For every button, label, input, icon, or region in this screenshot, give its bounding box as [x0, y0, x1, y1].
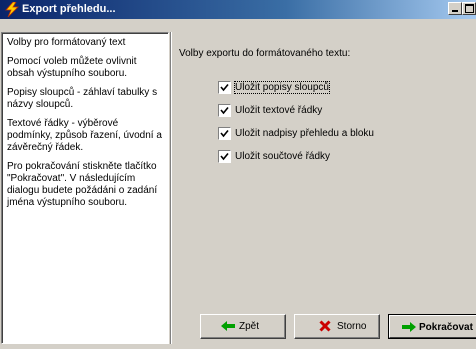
help-text: Volby pro formátovaný text Pomocí voleb …: [2, 33, 168, 343]
help-paragraph: Pomocí voleb můžete ovlivnit obsah výstu…: [7, 56, 137, 79]
export-dialog: Export přehledu... Volby pro formátovaný…: [0, 0, 476, 349]
window-title: Export přehledu...: [22, 3, 116, 15]
checkmark-icon: [220, 129, 229, 138]
help-paragraph: Textové řádky - výběrové podmínky, způso…: [7, 118, 162, 153]
cancel-button-label: Storno: [337, 321, 367, 332]
minimize-icon: [452, 10, 458, 12]
arrow-left-icon: [221, 321, 235, 331]
checkbox[interactable]: [218, 127, 231, 140]
checkbox-label[interactable]: Uložit textové řádky: [235, 105, 322, 116]
next-button-label: Pokračovat: [419, 322, 473, 333]
checkmark-icon: [220, 152, 229, 161]
next-button[interactable]: Pokračovat: [388, 314, 476, 339]
checkbox[interactable]: [218, 150, 231, 163]
lightning-icon: [5, 2, 19, 17]
minimize-button[interactable]: [448, 2, 462, 15]
help-paragraph: Pro pokračování stiskněte tlačítko "Pokr…: [7, 161, 158, 208]
checkbox[interactable]: [218, 81, 231, 94]
checkbox-label[interactable]: Uložit nadpisy přehledu a bloku: [235, 128, 374, 139]
back-button-label: Zpět: [239, 321, 260, 332]
checkbox-label[interactable]: Uložit součtové řádky: [235, 151, 330, 162]
panel-divider: [170, 32, 172, 344]
checkbox[interactable]: [218, 104, 231, 117]
x-icon: [319, 320, 331, 332]
checkmark-icon: [220, 83, 229, 92]
maximize-icon: [465, 4, 474, 13]
options-heading: Volby exportu do formátovaného textu:: [179, 48, 351, 59]
help-paragraph: Popisy sloupců - záhlaví tabulky s názvy…: [7, 87, 158, 110]
help-paragraph: Volby pro formátovaný text: [7, 37, 126, 48]
maximize-button[interactable]: [462, 2, 476, 15]
cancel-button[interactable]: Storno: [294, 314, 380, 339]
help-panel: Volby pro formátovaný text Pomocí voleb …: [1, 32, 169, 344]
back-button[interactable]: Zpět: [200, 314, 286, 339]
checkbox-label[interactable]: Uložit popisy sloupců: [234, 81, 330, 94]
arrow-right-icon: [402, 322, 416, 332]
title-bar[interactable]: Export přehledu...: [0, 0, 476, 19]
checkmark-icon: [220, 106, 229, 115]
